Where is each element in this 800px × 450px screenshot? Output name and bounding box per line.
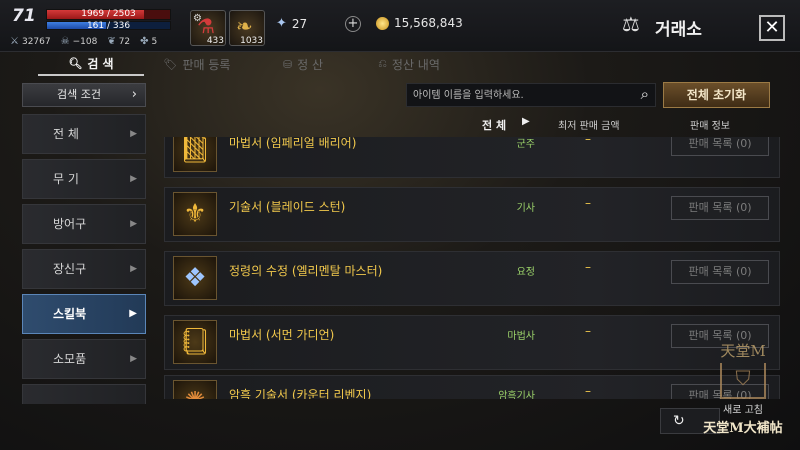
- item-class: 군주: [516, 139, 535, 150]
- feather-icon: ❧: [236, 14, 253, 38]
- stat-combat-power: ⚔ 32767: [10, 36, 51, 47]
- category-consumable[interactable]: 소모품 ▶: [22, 339, 146, 379]
- item-price: –: [585, 260, 591, 274]
- close-button[interactable]: ✕: [759, 15, 785, 41]
- item-class: 요정: [516, 267, 535, 278]
- item-list: 📙︎ 마법서 (임페리얼 배리어) 군주 – 판매 목록 (0) ⚜ 기술서 (…: [160, 137, 780, 399]
- item-price: –: [585, 196, 591, 210]
- item-class: 암흑기사: [498, 391, 535, 399]
- search-icon[interactable]: ⌕: [641, 85, 649, 103]
- quick-slot-potion[interactable]: ⚙ ⚗ 433: [190, 10, 226, 46]
- wing-icon: ❦: [107, 36, 116, 47]
- triangle-right-icon: ▶: [130, 219, 137, 229]
- refresh-icon: ↻: [673, 413, 685, 429]
- item-name: 마법서 (임페리얼 배리어): [229, 137, 357, 150]
- diamond-icon: ✦: [276, 16, 287, 31]
- spellbook-icon: 📒︎: [173, 320, 217, 364]
- sale-info-header: 판매 정보: [690, 121, 730, 132]
- tag-icon: 🏷︎: [163, 57, 178, 71]
- category-accessory[interactable]: 장신구 ▶: [22, 249, 146, 289]
- spellbook-icon: 📙︎: [173, 137, 217, 172]
- tab-search[interactable]: 🔍︎ 검 색: [38, 52, 144, 76]
- skillbook-icon: ⚜: [173, 192, 217, 236]
- search-input[interactable]: [413, 86, 623, 104]
- diamond-currency: ✦ 27: [276, 16, 308, 31]
- quick-slot-feather[interactable]: ❧ 1033: [229, 10, 265, 46]
- stat-pet: ✤ 5: [140, 36, 158, 47]
- history-icon: ⎌: [378, 57, 387, 70]
- item-name: 마법서 (서먼 가디언): [229, 328, 335, 342]
- stat-weight: ❦ 72: [107, 36, 131, 47]
- coin-icon: [376, 16, 389, 30]
- triangle-right-icon: ▶: [130, 129, 137, 139]
- sale-list-button[interactable]: 판매 목록 (0): [671, 196, 769, 220]
- adena-currency: 15,568,843: [376, 16, 463, 30]
- hp-text: 1969 / 2503: [81, 9, 136, 19]
- tab-bar: 🔍︎ 검 색 🏷︎ 판매 등록 ⛁ 정 산 ⎌ 정산 내역: [0, 52, 800, 76]
- list-item[interactable]: ❖ 정령의 수정 (엘리멘탈 마스터) 요정 – 판매 목록 (0): [164, 251, 780, 306]
- stat-alignment: ☠ −108: [60, 36, 98, 47]
- list-item[interactable]: ⚜ 기술서 (블레이드 스턴) 기사 – 판매 목록 (0): [164, 187, 780, 242]
- search-box: ⌕: [406, 83, 656, 107]
- item-price: –: [585, 324, 591, 338]
- coins-icon: ⛁: [282, 57, 293, 71]
- class-filter-label[interactable]: 전 체: [482, 117, 506, 133]
- watermark-logo: 天堂M ⛉ 새로 고침 天堂M大補帖: [703, 342, 783, 436]
- item-price: –: [585, 137, 591, 146]
- triangle-right-icon[interactable]: ▶: [522, 116, 530, 127]
- triangle-right-icon: ▶: [129, 308, 137, 319]
- search-condition-button[interactable]: 검색 조건 ›: [22, 83, 146, 107]
- search-icon: 🔍︎: [68, 56, 83, 70]
- category-all[interactable]: 전 체 ▶: [22, 114, 146, 154]
- dark-skillbook-icon: ✺: [173, 380, 217, 399]
- page-title: 거래소: [655, 20, 702, 40]
- player-stats: ⚔ 32767 ☠ −108 ❦ 72 ✤ 5: [10, 36, 157, 47]
- sale-list-button[interactable]: 판매 목록 (0): [671, 137, 769, 156]
- list-item[interactable]: 📙︎ 마법서 (임페리얼 배리어) 군주 – 판매 목록 (0): [164, 137, 780, 178]
- hp-bar: 1969 / 2503: [46, 9, 171, 20]
- triangle-right-icon: ▶: [130, 354, 137, 364]
- potion-icon: ⚗: [197, 14, 215, 38]
- crystal-icon: ❖: [173, 256, 217, 300]
- item-name: 암흑 기술서 (카운터 리벤지): [229, 388, 372, 399]
- scale-icon: ⚖: [622, 12, 640, 36]
- category-more[interactable]: [22, 384, 146, 404]
- chevron-right-icon: ›: [131, 87, 137, 102]
- tab-register-sale[interactable]: 🏷︎ 판매 등록: [144, 52, 250, 76]
- triangle-right-icon: ▶: [130, 174, 137, 184]
- tab-settlement-history[interactable]: ⎌ 정산 내역: [356, 52, 462, 76]
- item-price: –: [585, 384, 591, 398]
- item-name: 기술서 (블레이드 스턴): [229, 200, 346, 214]
- book-icon: ⛉: [720, 363, 766, 399]
- list-header: 전 체 ▶ 최저 판매 금액 판매 정보: [160, 113, 780, 135]
- mp-text: 161 / 336: [86, 21, 131, 31]
- combat-power-icon: ⚔: [10, 36, 19, 47]
- lowest-price-header: 최저 판매 금액: [558, 121, 620, 132]
- item-class: 기사: [516, 203, 535, 214]
- sale-list-button[interactable]: 판매 목록 (0): [671, 260, 769, 284]
- category-skillbook[interactable]: 스킬북 ▶: [22, 294, 146, 334]
- triangle-right-icon: ▶: [130, 264, 137, 274]
- player-level: 71: [12, 6, 36, 26]
- add-currency-button[interactable]: +: [345, 16, 361, 32]
- top-status-bar: 71 1969 / 2503 161 / 336 ⚔ 32767 ☠ −108 …: [0, 0, 800, 52]
- reset-all-button[interactable]: 전체 초기화: [663, 82, 770, 108]
- mp-bar: 161 / 336: [46, 21, 171, 31]
- category-armor[interactable]: 방어구 ▶: [22, 204, 146, 244]
- skull-icon: ☠: [60, 36, 70, 47]
- pet-icon: ✤: [140, 36, 149, 47]
- item-class: 마법사: [507, 331, 535, 342]
- tab-settlement[interactable]: ⛁ 정 산: [250, 52, 356, 76]
- category-weapon[interactable]: 무 기 ▶: [22, 159, 146, 199]
- category-list: 전 체 ▶ 무 기 ▶ 방어구 ▶ 장신구 ▶ 스킬북 ▶ 소모품 ▶: [22, 114, 146, 404]
- item-name: 정령의 수정 (엘리멘탈 마스터): [229, 264, 383, 278]
